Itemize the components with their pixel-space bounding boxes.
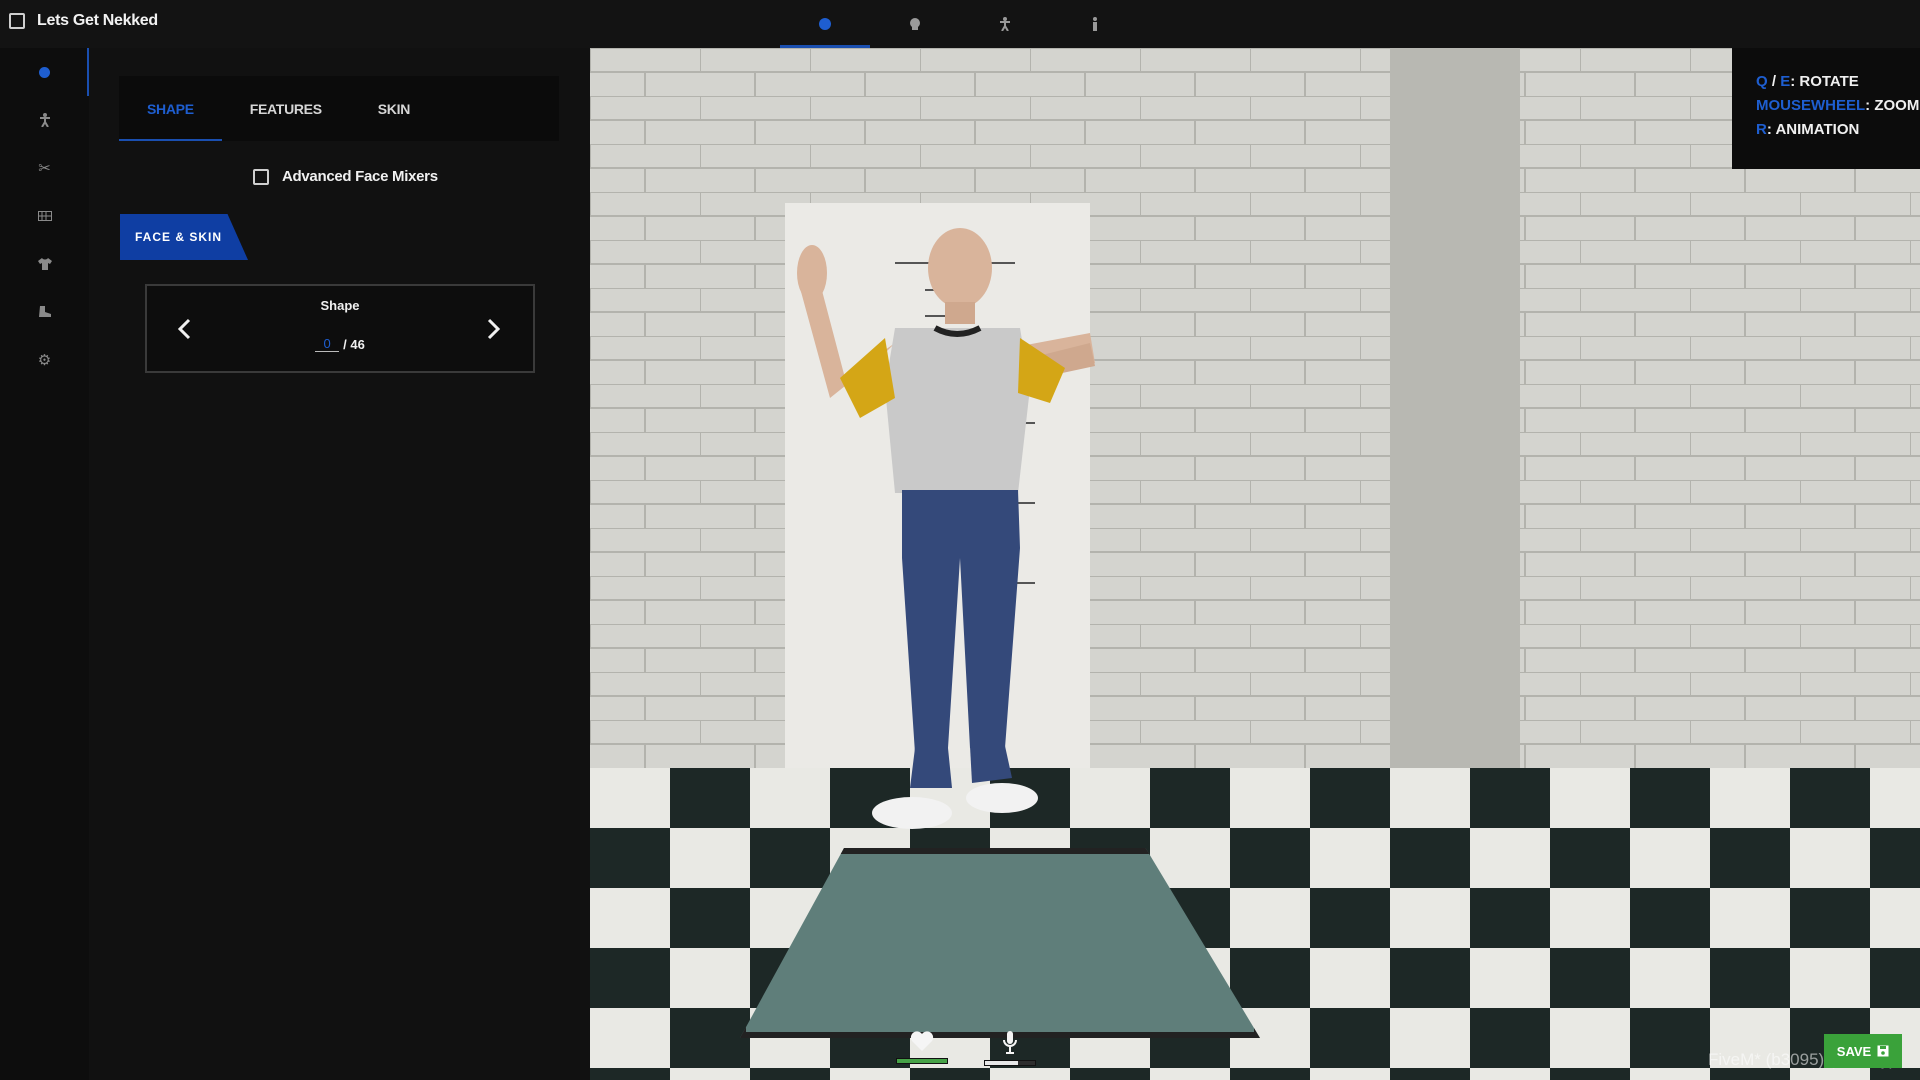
tab-features[interactable]: FEATURES <box>222 76 350 141</box>
voice-bar-fill <box>985 1061 1018 1065</box>
shape-selector-title: Shape <box>320 298 360 313</box>
shape-value-row: / 46 <box>147 336 533 352</box>
rotate-separator: / <box>1771 73 1777 90</box>
body-icon <box>39 113 50 127</box>
left-category-rail: ✂ ⚙ <box>0 48 89 1080</box>
rotate-key-q: Q <box>1756 73 1768 90</box>
save-label: SAVE <box>1836 1043 1872 1059</box>
section-header-face-skin: FACE & SKIN <box>120 214 248 260</box>
gear-icon: ⚙ <box>37 352 52 369</box>
save-button[interactable]: SAVE <box>1824 1034 1902 1068</box>
animation-label: : ANIMATION <box>1766 121 1860 138</box>
lets-get-nekked-checkbox[interactable] <box>9 13 25 29</box>
rail-item-settings[interactable]: ⚙ <box>0 336 89 384</box>
shape-total: / 46 <box>343 337 365 352</box>
character-viewport[interactable] <box>590 48 1920 1080</box>
tab-body[interactable] <box>960 0 1050 48</box>
concrete-pillar <box>1390 48 1520 808</box>
grid-icon <box>37 211 52 221</box>
rail-item-hair[interactable]: ✂ <box>0 144 89 192</box>
lets-get-nekked-label: Lets Get Nekked <box>37 12 158 29</box>
tab-head[interactable] <box>870 0 960 48</box>
zoom-hint: MOUSEWHEEL: ZOOM <box>1756 94 1920 118</box>
controls-help: Q / E: ROTATE MOUSEWHEEL: ZOOM R: ANIMAT… <box>1732 48 1920 169</box>
face-icon <box>39 66 50 78</box>
microphone-icon <box>1003 1031 1017 1054</box>
rail-item-face[interactable] <box>0 48 89 96</box>
voice-status <box>984 1030 1036 1066</box>
tab-face[interactable] <box>780 0 870 48</box>
rotate-key-e: E <box>1780 73 1791 90</box>
health-bar-fill <box>897 1059 947 1063</box>
skull-icon <box>910 18 920 30</box>
advanced-face-mixers-toggle[interactable]: Advanced Face Mixers <box>253 168 438 185</box>
health-bar <box>896 1058 948 1064</box>
rail-item-body[interactable] <box>0 96 89 144</box>
lets-get-nekked-toggle[interactable]: Lets Get Nekked <box>9 12 158 30</box>
health-status <box>896 1030 948 1066</box>
status-hud <box>896 1030 1036 1066</box>
top-bar: Lets Get Nekked <box>0 0 1920 48</box>
scissors-icon: ✂ <box>38 160 51 177</box>
character-model <box>797 228 1095 829</box>
tab-skin[interactable]: SKIN <box>350 76 438 141</box>
animation-key: R <box>1756 121 1767 138</box>
zoom-label: : ZOOM <box>1865 97 1920 114</box>
tab-pose[interactable] <box>1050 0 1140 48</box>
shape-selector: Shape / 46 <box>145 284 535 373</box>
body-icon <box>1000 17 1010 31</box>
rail-item-clothing[interactable] <box>0 240 89 288</box>
rotate-hint: Q / E: ROTATE <box>1756 70 1920 94</box>
animation-hint: R: ANIMATION <box>1756 118 1920 142</box>
shirt-icon <box>37 258 52 270</box>
rotate-label: : ROTATE <box>1790 73 1859 90</box>
voice-bar <box>984 1060 1036 1066</box>
advanced-face-mixers-checkbox[interactable] <box>253 168 269 185</box>
advanced-face-mixers-label: Advanced Face Mixers <box>282 168 438 185</box>
sub-tabs: SHAPE FEATURES SKIN <box>119 76 559 141</box>
top-category-tabs <box>780 0 1140 48</box>
face-icon <box>819 18 831 30</box>
heart-icon <box>910 1031 934 1051</box>
person-icon <box>1093 17 1097 31</box>
rail-item-tattoos[interactable] <box>0 192 89 240</box>
tab-shape[interactable]: SHAPE <box>119 76 222 141</box>
rail-item-shoes[interactable] <box>0 288 89 336</box>
zoom-key: MOUSEWHEEL <box>1756 97 1866 114</box>
shoe-icon <box>38 306 51 317</box>
floppy-icon <box>1877 1045 1889 1057</box>
shape-value-input[interactable] <box>315 336 340 352</box>
customization-panel: SHAPE FEATURES SKIN Advanced Face Mixers… <box>89 48 590 1080</box>
